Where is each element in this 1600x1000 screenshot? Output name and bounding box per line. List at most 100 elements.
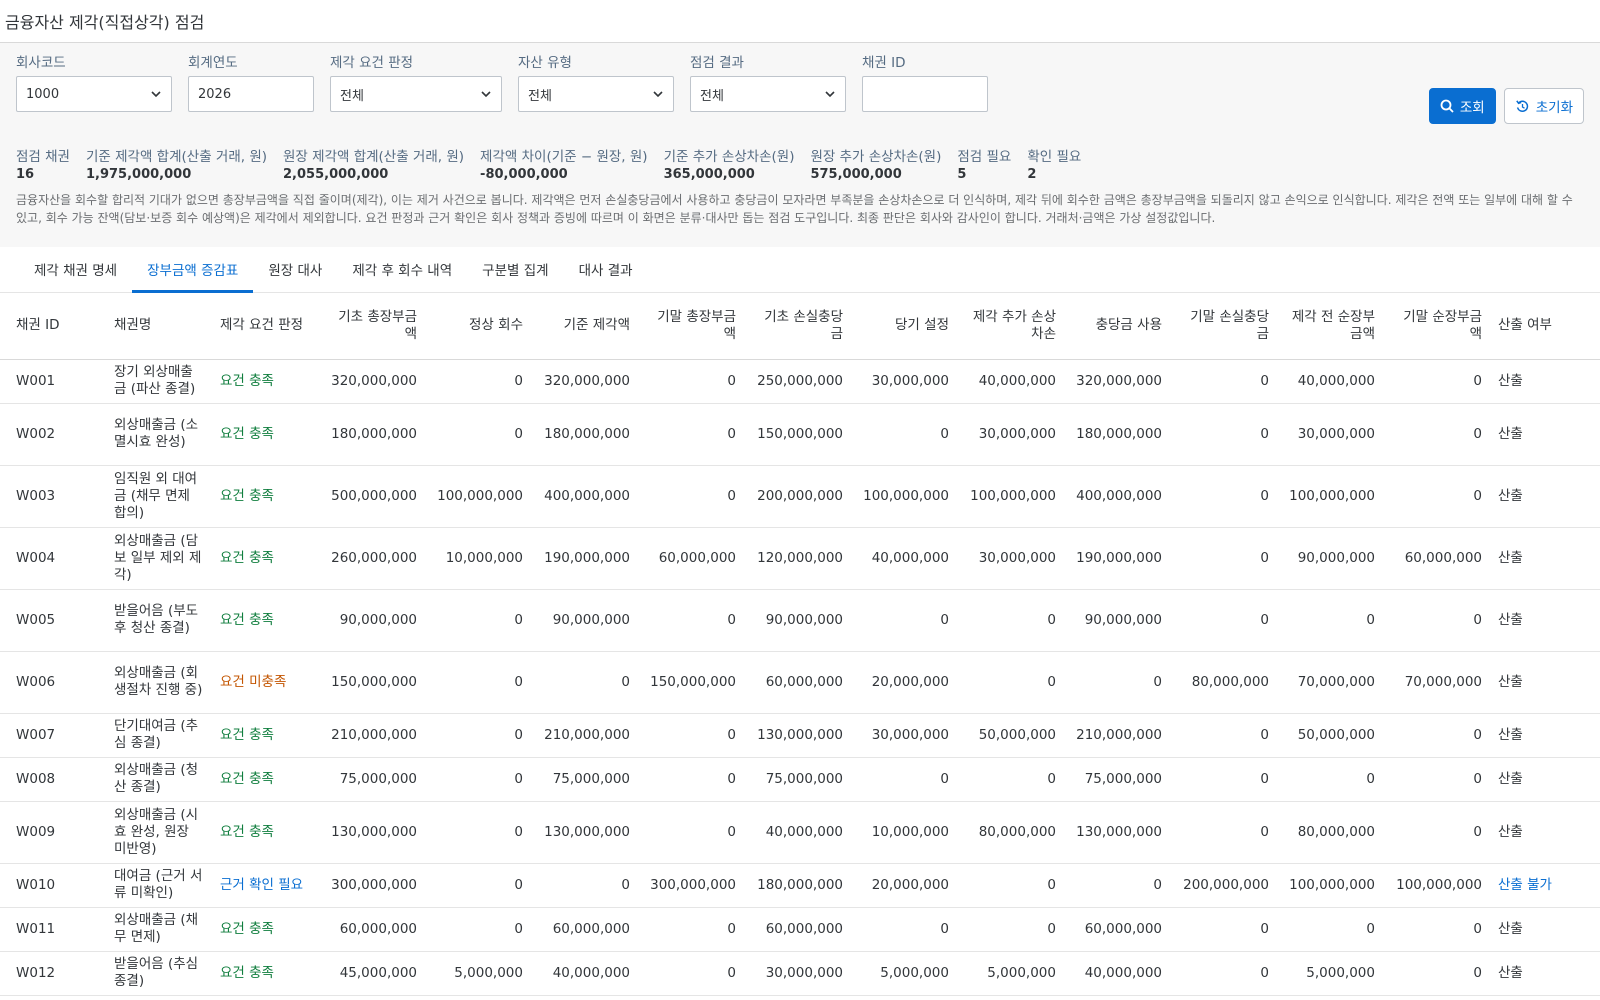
tab-writeoff-receivables[interactable]: 제각 채권 명세	[19, 247, 132, 291]
cell-amount: 400,000,000	[1064, 465, 1170, 528]
table-row[interactable]: W012 받을어음 (추심 종결) 요건 충족 45,000,000 5,000,000…	[0, 951, 1600, 996]
cell-amount: 60,000,000	[638, 527, 744, 590]
cell-judgement-status: 요건 충족	[212, 951, 319, 996]
tab-reconciliation-results[interactable]: 대사 결과	[564, 247, 648, 291]
column-header-calc-status[interactable]: 산출 여부	[1490, 293, 1600, 360]
column-header-current-provision[interactable]: 당기 설정	[851, 293, 957, 360]
cell-amount: 90,000,000	[531, 589, 638, 652]
cell-amount: 130,000,000	[531, 801, 638, 864]
cell-calc-status: 산출	[1490, 465, 1600, 528]
cell-amount: 60,000,000	[1383, 527, 1490, 590]
cell-amount: 0	[425, 589, 531, 652]
cell-amount: 0	[1383, 757, 1490, 802]
cell-amount: 100,000,000	[1383, 863, 1490, 908]
fiscal-year-input[interactable]: 2026	[188, 76, 314, 112]
chevron-down-icon	[481, 91, 491, 98]
company-code-select[interactable]: 1000	[16, 76, 172, 112]
fiscal-year-value: 2026	[198, 86, 232, 102]
receivable-id-input[interactable]	[862, 76, 988, 112]
page-title: 금융자산 제각(직접상각) 점검	[5, 13, 205, 32]
tab-post-writeoff-recoveries[interactable]: 제각 후 회수 내역	[337, 247, 467, 291]
table-row[interactable]: W002 외상매출금 (소멸시효 완성) 요건 충족 180,000,000 0 180,…	[0, 403, 1600, 466]
column-header-closing-allowance[interactable]: 기말 손실충당금	[1170, 293, 1277, 360]
cell-receivable-id: W011	[0, 907, 106, 952]
cell-amount: 80,000,000	[1170, 651, 1277, 714]
search-button[interactable]: 조회	[1428, 88, 1496, 124]
cell-amount: 0	[1383, 801, 1490, 864]
cell-amount: 210,000,000	[319, 713, 425, 758]
cell-amount: 0	[638, 589, 744, 652]
writeoff-judgement-select[interactable]: 전체	[330, 76, 502, 112]
kpi-label: 점검 필요	[957, 149, 1012, 165]
cell-amount: 0	[531, 863, 638, 908]
cell-amount: 75,000,000	[1064, 757, 1170, 802]
tab-carrying-amount-changes[interactable]: 장부금액 증감표	[132, 247, 254, 293]
cell-amount: 0	[1383, 713, 1490, 758]
cell-receivable-name: 임직원 외 대여금 (채무 면제 합의)	[106, 465, 212, 528]
cell-calc-status: 산출	[1490, 589, 1600, 652]
chevron-down-icon	[151, 91, 161, 98]
asset-type-select[interactable]: 전체	[518, 76, 674, 112]
check-result-select[interactable]: 전체	[690, 76, 846, 112]
cell-amount: 210,000,000	[1064, 713, 1170, 758]
column-header-opening-allowance[interactable]: 기초 손실충당금	[744, 293, 851, 360]
cell-amount: 0	[638, 359, 744, 404]
column-header-normal-collection[interactable]: 정상 회수	[425, 293, 531, 360]
cell-receivable-name: 외상매출금 (시효 완성, 원장 미반영)	[106, 801, 212, 864]
cell-amount: 40,000,000	[957, 359, 1064, 404]
table-row[interactable]: W004 외상매출금 (담보 일부 제외 제각) 요건 충족 260,000,000 1…	[0, 527, 1600, 590]
column-header-additional-impairment[interactable]: 제각 추가 손상차손	[957, 293, 1064, 360]
cell-amount: 60,000,000	[531, 907, 638, 952]
cell-amount: 190,000,000	[531, 527, 638, 590]
cell-amount: 0	[1277, 907, 1383, 952]
table-row[interactable]: W009 외상매출금 (시효 완성, 원장 미반영) 요건 충족 130,000,00…	[0, 801, 1600, 864]
guidance-note: 금융자산을 회수할 합리적 기대가 없으면 총장부금액을 직접 줄이며(제각),…	[16, 193, 1573, 225]
tab-ledger-reconciliation[interactable]: 원장 대사	[253, 247, 337, 291]
table-row[interactable]: W007 단기대여금 (추심 종결) 요건 충족 210,000,000 0 210,00…	[0, 713, 1600, 758]
table-row[interactable]: W010 대여금 (근거 서류 미확인) 근거 확인 필요 300,000,000 0 0…	[0, 863, 1600, 908]
cell-judgement-status: 근거 확인 필요	[212, 863, 319, 908]
tab-category-summary[interactable]: 구분별 집계	[467, 247, 563, 291]
column-header-closing-net[interactable]: 기말 순장부금액	[1383, 293, 1490, 360]
cell-amount: 180,000,000	[1064, 403, 1170, 466]
cell-amount: 10,000,000	[851, 801, 957, 864]
cell-amount: 40,000,000	[1277, 359, 1383, 404]
cell-calc-status: 산출	[1490, 527, 1600, 590]
table-row[interactable]: W005 받을어음 (부도 후 청산 종결) 요건 충족 90,000,000 0 90,…	[0, 589, 1600, 652]
column-header-receivable-name[interactable]: 채권명	[106, 293, 212, 360]
column-header-receivable-id[interactable]: 채권 ID	[0, 293, 106, 360]
writeoff-judgement-filter: 제각 요건 판정 전체	[330, 51, 502, 112]
cell-amount: 0	[1277, 589, 1383, 652]
column-header-allowance-used[interactable]: 충당금 사용	[1064, 293, 1170, 360]
cell-amount: 0	[638, 907, 744, 952]
column-header-closing-gross[interactable]: 기말 총장부금액	[638, 293, 744, 360]
table-row[interactable]: W008 외상매출금 (청산 종결) 요건 충족 75,000,000 0 75,000,…	[0, 757, 1600, 802]
cell-calc-status: 산출	[1490, 951, 1600, 996]
cell-amount: 5,000,000	[851, 951, 957, 996]
cell-amount: 0	[425, 863, 531, 908]
table-row[interactable]: W001 장기 외상매출금 (파산 종결) 요건 충족 320,000,000 0 320…	[0, 359, 1600, 404]
cell-calc-status: 산출	[1490, 713, 1600, 758]
table-row[interactable]: W003 임직원 외 대여금 (채무 면제 합의) 요건 충족 500,000,000…	[0, 465, 1600, 528]
cell-judgement-status: 요건 충족	[212, 757, 319, 802]
asset-type-filter: 자산 유형 전체	[518, 51, 674, 112]
column-header-writeoff-judgement[interactable]: 제각 요건 판정	[212, 293, 319, 360]
cell-amount: 30,000,000	[851, 713, 957, 758]
cell-amount: 400,000,000	[531, 465, 638, 528]
cell-amount: 60,000,000	[1064, 907, 1170, 952]
table-header-row: 채권 ID 채권명 제각 요건 판정 기초 총장부금액 정상 회수 기준 제각액 기말 총장…	[0, 293, 1600, 360]
cell-amount: 100,000,000	[1277, 465, 1383, 528]
cell-amount: 0	[425, 651, 531, 714]
column-header-pre-writeoff-net[interactable]: 제각 전 순장부금액	[1277, 293, 1383, 360]
cell-amount: 150,000,000	[319, 651, 425, 714]
reset-button[interactable]: 초기화	[1503, 88, 1584, 124]
tab-bar: 제각 채권 명세 장부금액 증감표 원장 대사 제각 후 회수 내역 구분별 집…	[0, 247, 1600, 293]
table-row[interactable]: W006 외상매출금 (회생절차 진행 중) 요건 미충족 150,000,000 0 0…	[0, 651, 1600, 714]
cell-amount: 200,000,000	[744, 465, 851, 528]
cell-amount: 0	[1170, 403, 1277, 466]
column-header-standard-writeoff[interactable]: 기준 제각액	[531, 293, 638, 360]
cell-receivable-id: W007	[0, 713, 106, 758]
cell-amount: 0	[957, 651, 1064, 714]
table-row[interactable]: W011 외상매출금 (채무 면제) 요건 충족 60,000,000 0 60,000,…	[0, 907, 1600, 952]
column-header-opening-gross[interactable]: 기초 총장부금액	[319, 293, 425, 360]
